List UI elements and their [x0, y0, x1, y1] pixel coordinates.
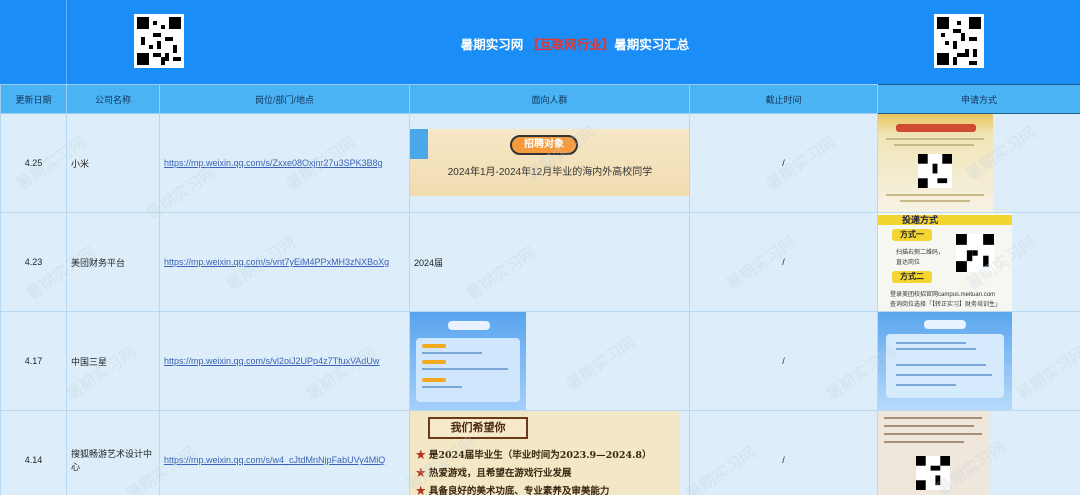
position-link[interactable]: https://mp.weixin.qq.com/s/Zxxe08Oxjnr27… [164, 158, 383, 168]
poster-bar [422, 378, 446, 382]
cell-deadline: / [689, 311, 878, 411]
audience-poster: 招聘对象 2024年1月-2024年12月毕业的海内外高校同学 [410, 129, 689, 196]
poster-line-2: ★ 热爱游戏，且希望在游戏行业发展 [416, 468, 572, 479]
cell-deadline: / [689, 113, 878, 213]
internship-table: 更新日期 公司名称 岗位/部门/地点 面向人群 截止时间 申请方式 4.25 小… [0, 84, 1080, 495]
poster-foot-text: 查询岗位选择「【转正实习】财务培训生」 [890, 302, 1002, 308]
position-link[interactable]: https://mp.weixin.qq.com/s/vl2oiJ2UPp4z7… [164, 356, 379, 366]
cell-date: 4.17 [0, 311, 67, 411]
poster-pill [924, 320, 966, 329]
cell-company: 小米 [66, 113, 160, 213]
poster-header-bar [896, 124, 976, 132]
cell-link: https://mp.weixin.qq.com/s/Zxxe08Oxjnr27… [159, 113, 410, 213]
header-company: 公司名称 [66, 84, 160, 114]
poster-line [894, 144, 974, 146]
poster-line [896, 348, 976, 350]
poster-line [896, 374, 992, 376]
cell-link: https://mp.weixin.qq.com/s/w4_cJtdMnNjpF… [159, 410, 410, 495]
apply-poster: 投递方式 方式一 扫描右侧二维码， 直达岗位 方式二 登录美团校招官网campu… [878, 213, 1012, 311]
poster-line [422, 386, 462, 388]
poster-bar [422, 344, 446, 348]
poster-line [422, 352, 482, 354]
cell-audience: 招聘对象 2024年1月-2024年12月毕业的海内外高校同学 [409, 113, 690, 213]
audience-poster: 我们希望你 ★ 是2024届毕业生（毕业时间为2023.9—2024.8） ★ … [410, 411, 680, 495]
poster-pill [448, 321, 490, 330]
cell-audience [409, 311, 690, 411]
poster-badge: 招聘对象 [510, 135, 578, 155]
cell-company: 美团财务平台 [66, 212, 160, 312]
cell-date: 4.25 [0, 113, 67, 213]
qr-code-icon [937, 17, 981, 65]
poster-line [886, 138, 984, 140]
poster-small-text: 扫描右侧二维码， [896, 250, 945, 256]
star-icon: ★ [416, 486, 426, 495]
poster-tag: 方式二 [892, 271, 932, 283]
header-date: 更新日期 [0, 84, 67, 114]
qr-code-icon [956, 234, 994, 272]
apply-poster [878, 114, 993, 212]
header-audience: 面向人群 [409, 84, 690, 114]
cell-audience: 2024届 [409, 212, 690, 312]
audience-poster [410, 312, 526, 410]
position-link[interactable]: https://mp.weixin.qq.com/s/vnt7yEiM4PPxM… [164, 257, 389, 267]
poster-card [416, 338, 520, 402]
poster-head: 我们希望你 [428, 417, 528, 439]
banner-title-highlight: 【互联网行业】 [526, 38, 615, 52]
cell-apply [877, 410, 1080, 495]
table-header-row: 更新日期 公司名称 岗位/部门/地点 面向人群 截止时间 申请方式 [0, 84, 1080, 114]
poster-line [896, 342, 966, 344]
qr-code-right [934, 14, 984, 68]
cell-apply: 投递方式 方式一 扫描右侧二维码， 直达岗位 方式二 登录美团校招官网campu… [877, 212, 1080, 312]
cell-date: 4.23 [0, 212, 67, 312]
cell-company: 搜狐畅游艺术设计中心 [66, 410, 160, 495]
cell-date: 4.14 [0, 410, 67, 495]
qr-code-icon [916, 456, 950, 490]
banner-title: 暑期实习网 【互联网行业】暑期实习汇总 [460, 38, 690, 52]
cell-deadline: / [689, 410, 878, 495]
cell-audience: 我们希望你 ★ 是2024届毕业生（毕业时间为2023.9—2024.8） ★ … [409, 410, 690, 495]
poster-line-3: ★ 具备良好的美术功底、专业素养及审美能力 [416, 486, 610, 495]
poster-head: 投递方式 [878, 215, 1012, 225]
title-banner: 暑期实习网 【互联网行业】暑期实习汇总 [0, 0, 1080, 84]
table-row: 4.14 搜狐畅游艺术设计中心 https://mp.weixin.qq.com… [0, 410, 1080, 495]
header-deadline: 截止时间 [689, 84, 878, 114]
poster-line [884, 433, 982, 435]
cell-company: 中国三星 [66, 311, 160, 411]
poster-corner [410, 129, 428, 159]
apply-poster [878, 312, 1012, 410]
apply-poster [878, 411, 990, 495]
poster-line [896, 384, 956, 386]
cell-deadline: / [689, 212, 878, 312]
qr-code-icon [918, 154, 952, 188]
poster-line-1: ★ 是2024届毕业生（毕业时间为2023.9—2024.8） [416, 450, 652, 461]
poster-line [886, 194, 984, 196]
header-apply: 申请方式 [877, 84, 1080, 114]
poster-line [884, 417, 982, 419]
poster-line [884, 425, 974, 427]
cell-apply [877, 113, 1080, 213]
position-link[interactable]: https://mp.weixin.qq.com/s/w4_cJtdMnNjpF… [164, 455, 385, 465]
cell-link: https://mp.weixin.qq.com/s/vl2oiJ2UPp4z7… [159, 311, 410, 411]
star-icon: ★ [416, 450, 426, 461]
poster-line [896, 364, 986, 366]
poster-bar [422, 360, 446, 364]
cell-apply [877, 311, 1080, 411]
poster-line [900, 200, 970, 202]
poster-line [422, 368, 508, 370]
poster-small-text: 直达岗位 [896, 260, 921, 266]
poster-tag: 方式一 [892, 229, 932, 241]
cell-link: https://mp.weixin.qq.com/s/vnt7yEiM4PPxM… [159, 212, 410, 312]
star-icon: ★ [416, 468, 426, 479]
table-row: 4.25 小米 https://mp.weixin.qq.com/s/Zxxe0… [0, 113, 1080, 213]
header-position: 岗位/部门/地点 [159, 84, 410, 114]
poster-card [886, 334, 1004, 398]
poster-foot-text: 登录美团校招官网campus.meituan.com [890, 292, 996, 298]
poster-text: 2024年1月-2024年12月毕业的海内外高校同学 [447, 167, 653, 178]
table-row: 4.23 美团财务平台 https://mp.weixin.qq.com/s/v… [0, 212, 1080, 312]
poster-line [884, 441, 964, 443]
table-row: 4.17 中国三星 https://mp.weixin.qq.com/s/vl2… [0, 311, 1080, 411]
